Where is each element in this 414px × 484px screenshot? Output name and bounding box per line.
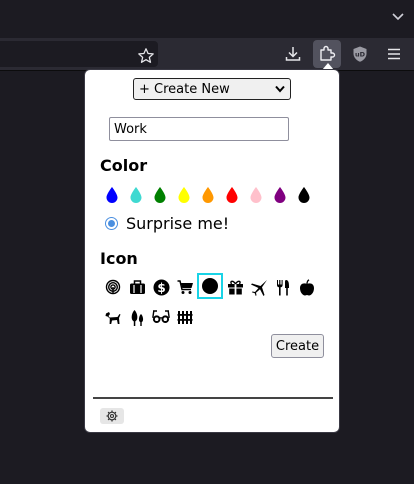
svg-text:uD: uD [355, 51, 366, 59]
svg-text:$: $ [157, 280, 165, 294]
tab-strip [0, 0, 414, 38]
airplane-icon[interactable] [249, 277, 269, 297]
ublock-button[interactable]: uD [346, 40, 374, 68]
color-section-title: Color [100, 156, 148, 175]
color-option[interactable] [153, 186, 167, 204]
ublock-shield-icon: uD [353, 46, 367, 62]
downloads-button[interactable] [279, 40, 307, 68]
surprise-radio[interactable] [105, 216, 118, 230]
color-option[interactable] [177, 186, 191, 204]
fence-icon[interactable] [175, 307, 195, 327]
create-button[interactable]: Create [271, 334, 324, 358]
create-select-value: + Create New [139, 81, 230, 97]
chevron-down-icon[interactable] [390, 8, 406, 24]
chevron-down-icon [275, 85, 285, 93]
puzzle-icon [320, 45, 336, 61]
surprise-label: Surprise me! [126, 213, 230, 233]
star-icon[interactable] [137, 47, 155, 65]
color-option[interactable] [201, 186, 215, 204]
color-option[interactable] [129, 186, 143, 204]
briefcase-icon[interactable] [127, 277, 147, 297]
create-new-select[interactable]: + Create New [133, 78, 291, 100]
icon-section-title: Icon [100, 249, 138, 268]
extension-popup: + Create New Color Surprise me! Icon [84, 69, 340, 433]
chill-icon[interactable] [151, 307, 171, 327]
color-option[interactable] [249, 186, 263, 204]
gift-icon[interactable] [225, 277, 245, 297]
container-name-input[interactable] [109, 117, 289, 141]
download-icon [285, 47, 301, 61]
settings-button[interactable] [100, 408, 124, 424]
app-menu-button[interactable] [380, 40, 408, 68]
dollar-icon[interactable]: $ [151, 277, 171, 297]
radio-checked-dot [108, 219, 115, 227]
food-icon[interactable] [273, 277, 293, 297]
circle-icon[interactable] [197, 273, 223, 299]
fingerprint-icon[interactable] [103, 277, 123, 297]
hamburger-menu-icon [388, 48, 400, 60]
color-option[interactable] [225, 186, 239, 204]
fruit-icon[interactable] [297, 277, 317, 297]
color-option[interactable] [273, 186, 287, 204]
color-option[interactable] [297, 186, 311, 204]
pet-icon[interactable] [103, 307, 123, 327]
popup-divider [93, 397, 333, 399]
browser-toolbar: uD [0, 38, 414, 71]
tree-icon[interactable] [127, 307, 147, 327]
color-picker [105, 186, 325, 204]
color-option[interactable] [105, 186, 119, 204]
cart-icon[interactable] [175, 277, 195, 297]
surprise-me-option[interactable]: Surprise me! [105, 213, 229, 233]
url-bar[interactable] [0, 41, 158, 67]
gear-icon [106, 410, 118, 422]
